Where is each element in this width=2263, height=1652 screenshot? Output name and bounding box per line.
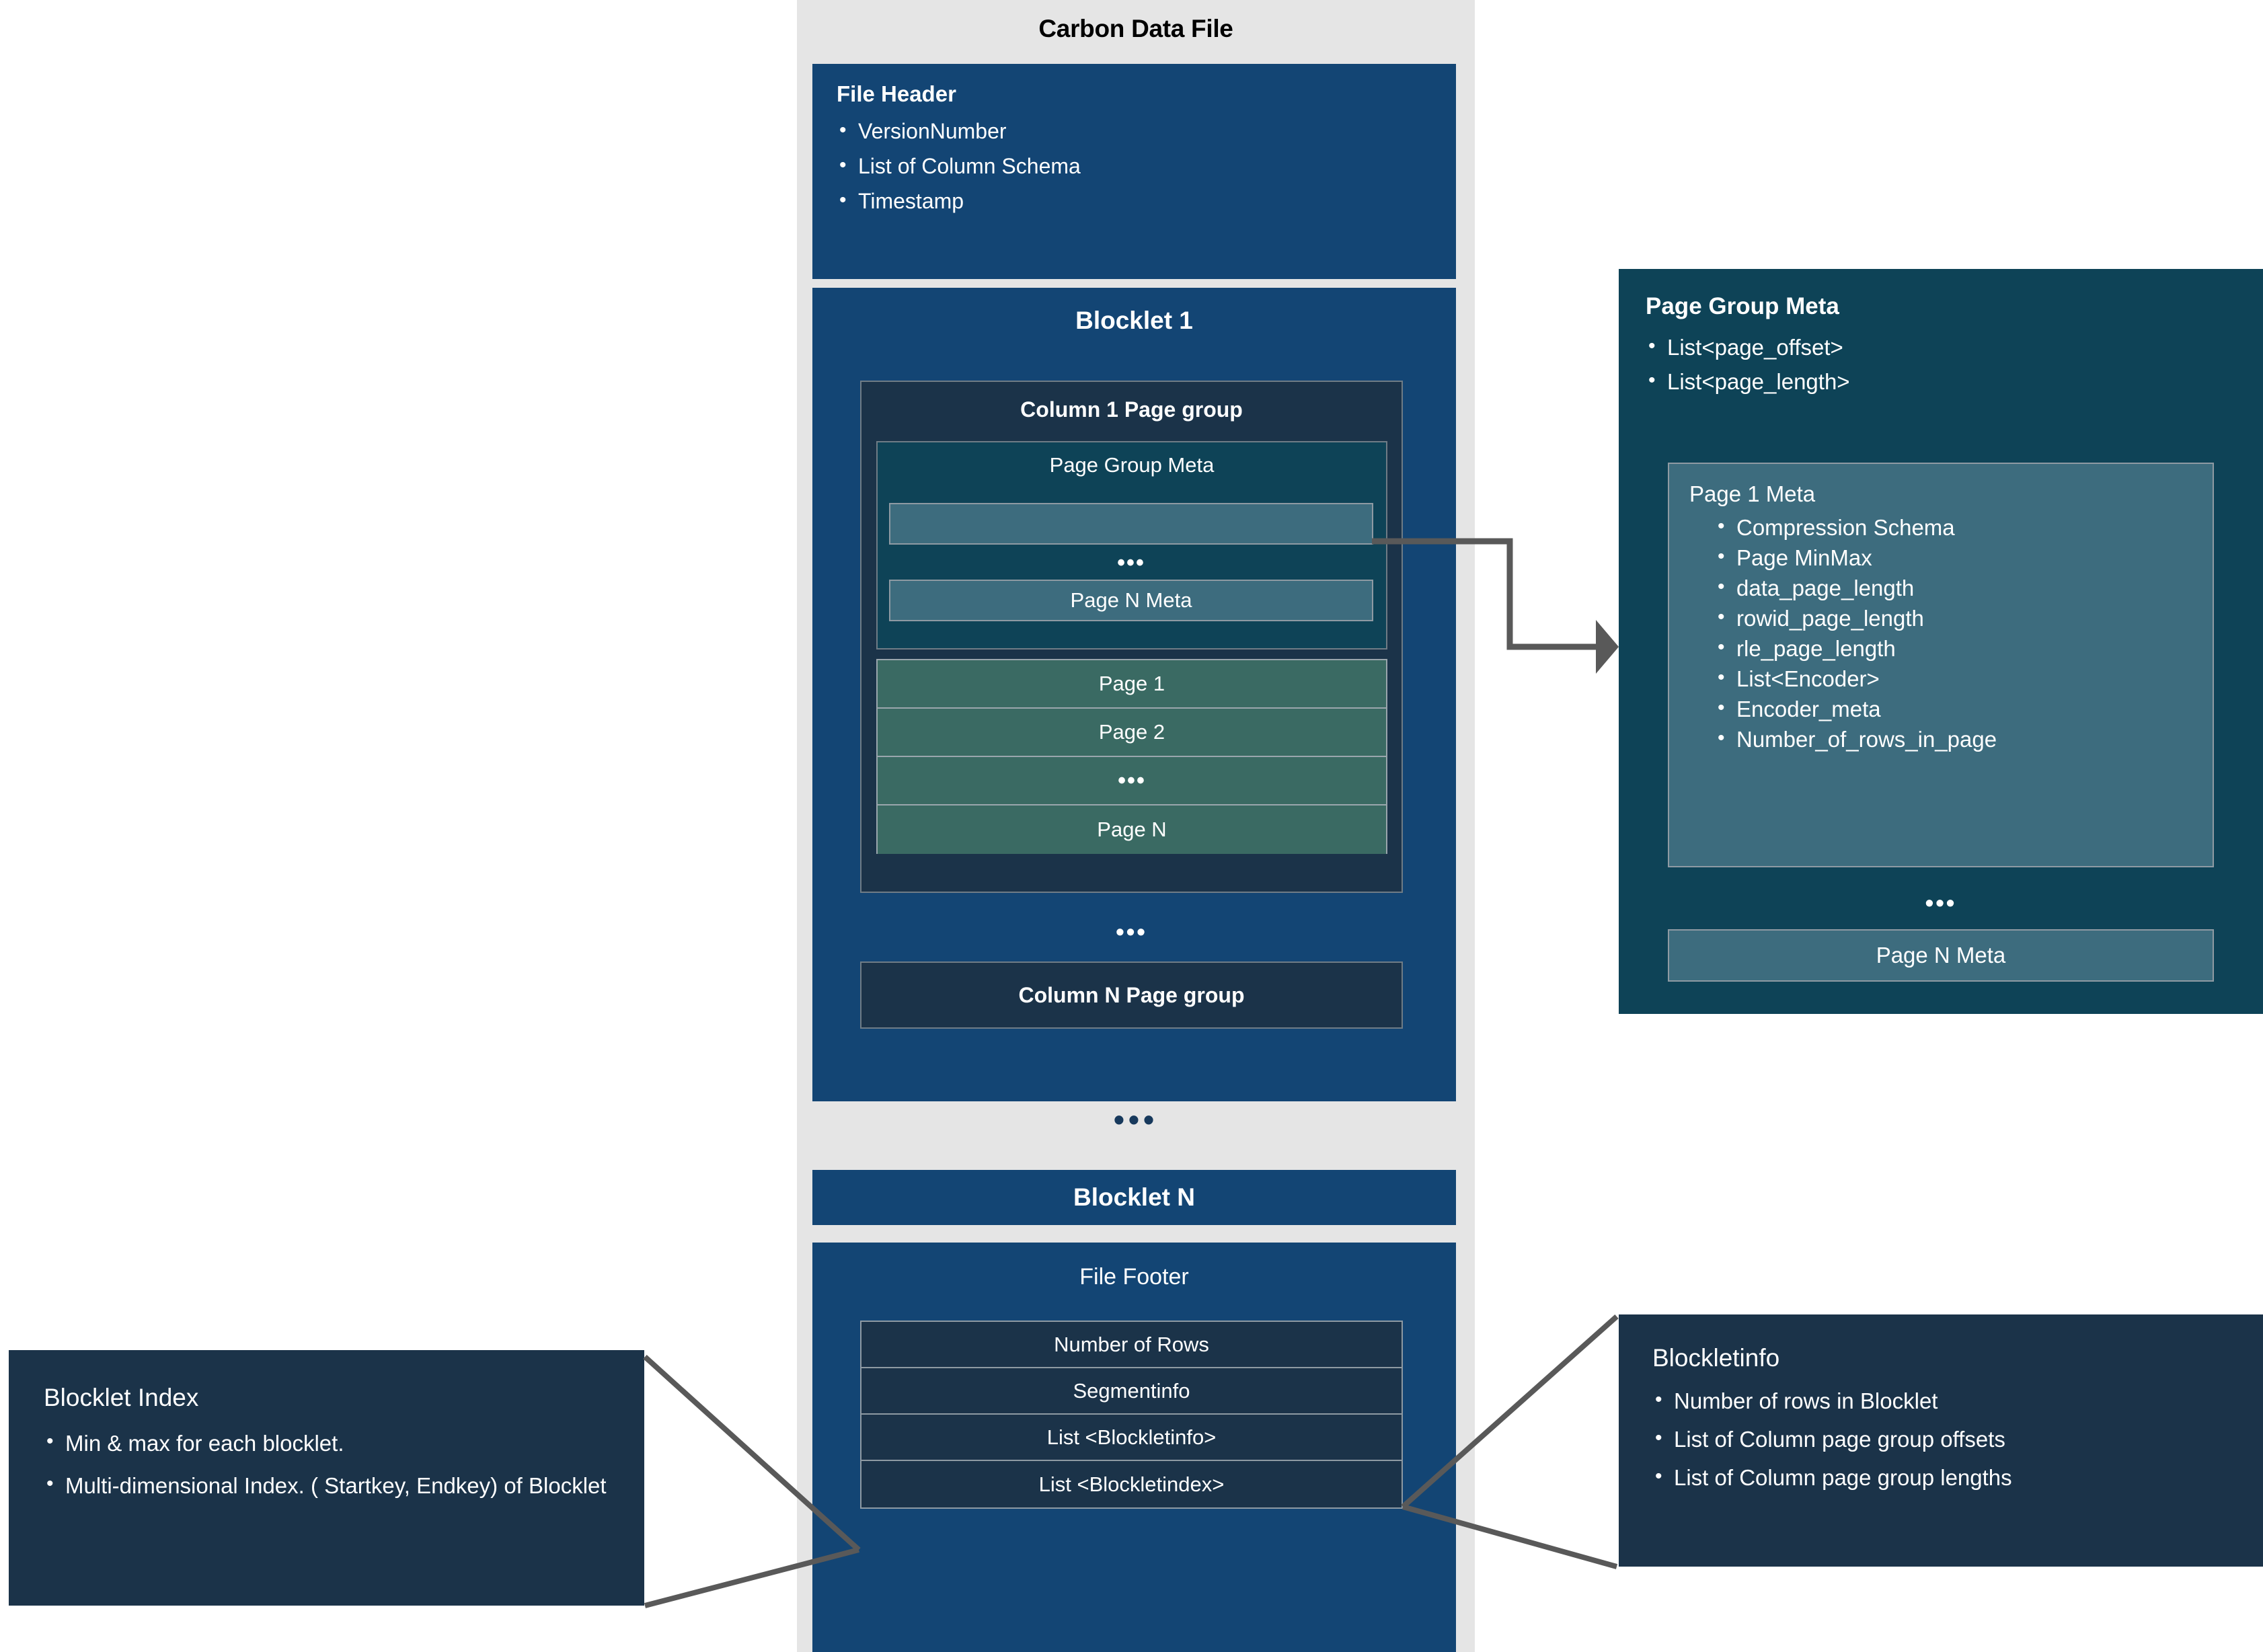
list-item: Number_of_rows_in_page: [1715, 727, 2192, 752]
list-item: Min & max for each blocklet.: [44, 1429, 609, 1457]
file-header-list: VersionNumber List of Column Schema Time…: [837, 120, 1432, 213]
table-row[interactable]: Number of Rows: [861, 1322, 1402, 1368]
page-1-meta-slot[interactable]: [889, 503, 1373, 545]
page-1-meta-box: Page 1 Meta Compression Schema Page MinM…: [1668, 463, 2214, 867]
page-n-meta-box[interactable]: Page N Meta: [1668, 929, 2214, 982]
blockletinfo-box: Blockletinfo Number of rows in Blocklet …: [1619, 1314, 2263, 1567]
blocklet-ellipsis: •••: [1113, 1102, 1159, 1137]
list-item: List<Encoder>: [1715, 667, 2192, 691]
page-1-meta-title: Page 1 Meta: [1689, 481, 1816, 506]
carbon-data-file-title: Carbon Data File: [1038, 15, 1233, 42]
list-item: List<page_offset>: [1646, 336, 2236, 360]
page-group-meta-panel-title: Page Group Meta: [1646, 293, 1839, 319]
column-1-page-group-title: Column 1 Page group: [1020, 397, 1243, 422]
page-n-meta-slot[interactable]: Page N Meta: [889, 580, 1373, 621]
pages-stack: Page 1 Page 2 ••• Page N: [876, 659, 1387, 854]
list-item: rowid_page_length: [1715, 606, 2192, 631]
file-footer-title: File Footer: [1079, 1264, 1189, 1290]
list-item: List of Column Schema: [837, 155, 1432, 178]
arrowhead-icon: [1596, 620, 1619, 674]
file-footer-rows: Number of Rows Segmentinfo List <Blockle…: [860, 1321, 1403, 1509]
list-item: List of Column page group lengths: [1652, 1466, 2229, 1490]
page-1-meta-list: Compression Schema Page MinMax data_page…: [1689, 516, 2192, 752]
page-n-meta-slot-label: Page N Meta: [1070, 588, 1192, 612]
list-item: Timestamp: [837, 190, 1432, 213]
list-item: Page MinMax: [1715, 546, 2192, 570]
blocklet-index-title: Blocklet Index: [44, 1384, 199, 1411]
list-item: Encoder_meta: [1715, 697, 2192, 721]
list-item: Number of rows in Blocklet: [1652, 1389, 2229, 1413]
list-item: data_page_length: [1715, 576, 2192, 600]
page-group-meta-panel-ellipsis: •••: [1925, 889, 1957, 916]
table-row[interactable]: Segmentinfo: [861, 1368, 1402, 1415]
list-item: VersionNumber: [837, 120, 1432, 143]
list-item: List of Column page group offsets: [1652, 1427, 2229, 1452]
blocklet-1-title: Blocklet 1: [1075, 307, 1193, 334]
blocklet-n-box[interactable]: Blocklet N: [812, 1170, 1456, 1225]
blocklet-index-box: Blocklet Index Min & max for each blockl…: [9, 1350, 644, 1606]
blocklet-index-list: Min & max for each blocklet. Multi-dimen…: [44, 1429, 609, 1500]
list-item: Compression Schema: [1715, 516, 2192, 540]
blockletinfo-title: Blockletinfo: [1652, 1344, 1780, 1372]
column-n-page-group-box[interactable]: Column N Page group: [860, 961, 1403, 1029]
table-row[interactable]: List <Blockletindex>: [861, 1461, 1402, 1507]
list-item: rle_page_length: [1715, 637, 2192, 661]
page-row[interactable]: Page N: [878, 805, 1386, 854]
inner-meta-ellipsis: •••: [1117, 550, 1145, 576]
inner-page-group-meta-title: Page Group Meta: [1049, 453, 1215, 477]
page-row[interactable]: Page 1: [878, 660, 1386, 709]
page-row-ellipsis: •••: [878, 757, 1386, 805]
file-header-box: File Header VersionNumber List of Column…: [812, 64, 1456, 279]
page-group-meta-panel-list: List<page_offset> List<page_length>: [1646, 336, 2236, 394]
table-row[interactable]: List <Blockletinfo>: [861, 1415, 1402, 1461]
list-item: Multi-dimensional Index. ( Startkey, End…: [44, 1471, 609, 1499]
blockletinfo-list: Number of rows in Blocklet List of Colum…: [1652, 1389, 2229, 1490]
list-item: List<page_length>: [1646, 370, 2236, 394]
page-row[interactable]: Page 2: [878, 709, 1386, 757]
column-group-ellipsis: •••: [1116, 918, 1147, 945]
file-header-title: File Header: [837, 81, 956, 106]
diagram-root: Carbon Data File File Header VersionNumb…: [0, 0, 2263, 1652]
